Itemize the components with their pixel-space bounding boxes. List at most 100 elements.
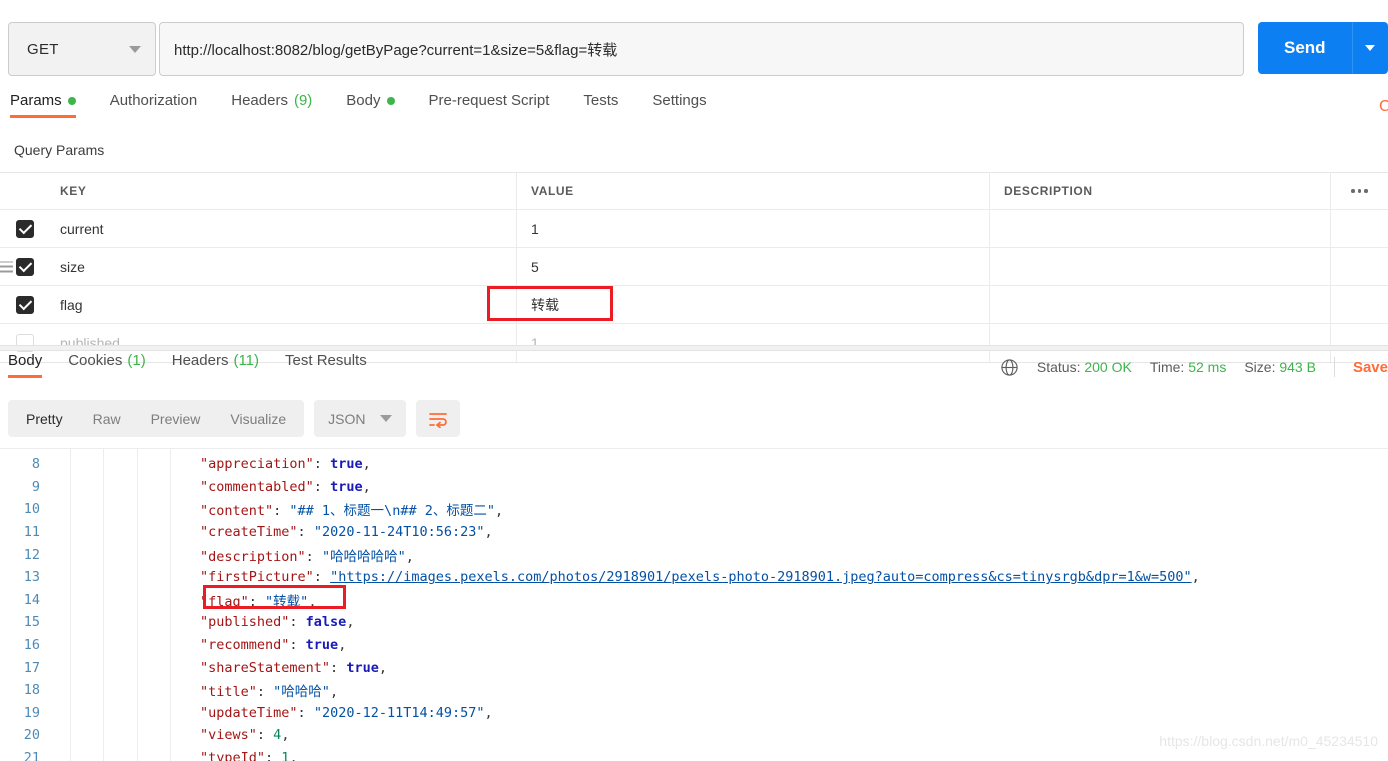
code-token: , (405, 548, 414, 565)
request-tab-params[interactable]: Params (10, 92, 76, 118)
table-row[interactable]: flag 转载 (0, 286, 1388, 324)
code-line-text: "views": 4, (48, 727, 289, 743)
code-line: 19 "updateTime": "2020-12-11T14:49:57", (0, 702, 1388, 725)
request-tab-settings[interactable]: Settings (652, 92, 706, 118)
drag-handle-icon[interactable] (0, 261, 13, 272)
param-value-cell[interactable]: 转载 (517, 286, 990, 323)
code-token: , (338, 637, 347, 654)
code-token: false (305, 614, 347, 631)
code-token: "updateTime" (200, 704, 298, 721)
format-tab-preview[interactable]: Preview (136, 403, 216, 434)
param-value-cell[interactable]: 1 (517, 210, 990, 247)
response-tab-body[interactable]: Body (8, 352, 43, 378)
code-token: , (362, 456, 371, 473)
param-enabled-checkbox[interactable] (16, 295, 34, 314)
code-token: : (256, 727, 274, 744)
code-line-text: "flag": "转载", (48, 590, 316, 610)
param-key-cell-text: current (60, 220, 104, 237)
code-token: : (289, 637, 306, 654)
param-description-cell[interactable] (990, 286, 1330, 323)
url-input[interactable]: http://localhost:8082/blog/getByPage?cur… (159, 22, 1244, 76)
code-line: 10 "content": "## 1、标题一\n## 2、标题二", (0, 498, 1388, 521)
param-key-cell[interactable]: flag (46, 286, 517, 323)
code-token: "appreciation" (200, 456, 314, 473)
code-token: true (346, 659, 379, 676)
code-line: 14 "flag": "转载", (0, 589, 1388, 612)
request-tab-headers[interactable]: Headers (9) (231, 92, 312, 118)
divider (1333, 357, 1335, 377)
line-number: 20 (23, 727, 40, 744)
code-line: 8 "appreciation": true, (0, 453, 1388, 476)
code-token: , (1191, 569, 1200, 586)
cookies-link-truncated[interactable]: C (1379, 98, 1388, 116)
line-number: 12 (23, 546, 40, 563)
response-tab-headers[interactable]: Headers (11) (172, 352, 259, 378)
row-actions-cell (1330, 286, 1388, 323)
code-token: : (256, 684, 274, 701)
request-tab-tests[interactable]: Tests (583, 92, 618, 118)
table-row[interactable]: current 1 (0, 210, 1388, 248)
row-checkbox-cell (0, 286, 46, 323)
param-description-cell[interactable] (990, 210, 1330, 247)
status-label: Status: (1036, 359, 1081, 375)
code-token: "哈哈哈哈哈" (321, 548, 406, 565)
request-tab-body[interactable]: Body (346, 92, 395, 118)
time-label: Time: (1149, 359, 1185, 375)
code-line-text: "title": "哈哈哈", (48, 680, 338, 700)
response-tab-label: Cookies (68, 352, 123, 369)
code-token: , (308, 593, 317, 610)
code-token: : (265, 750, 282, 761)
code-token: "views" (200, 727, 257, 744)
format-tab-pretty[interactable]: Pretty (11, 403, 78, 434)
code-token: : (273, 503, 290, 520)
send-button[interactable]: Send (1258, 22, 1352, 74)
line-number: 13 (23, 569, 40, 586)
table-row[interactable]: size 5 (0, 248, 1388, 286)
request-tab-label: Headers (231, 92, 288, 109)
word-wrap-button[interactable] (415, 400, 460, 437)
code-token: "typeId" (200, 750, 266, 761)
code-token: : (297, 524, 314, 541)
request-bar: GET http://localhost:8082/blog/getByPage… (0, 22, 1388, 80)
modified-dot-icon (67, 96, 76, 105)
send-options-button[interactable] (1351, 22, 1388, 74)
code-token: , (484, 524, 493, 541)
response-format-toolbar: Pretty Raw Preview Visualize JSON (8, 400, 460, 437)
param-value-cell[interactable]: 5 (517, 248, 990, 285)
request-tab-authorization[interactable]: Authorization (110, 92, 198, 118)
request-tab-label: Body (346, 92, 381, 109)
line-number: 17 (23, 659, 40, 676)
param-key-cell[interactable]: current (46, 210, 517, 247)
table-header-row: KEY VALUE DESCRIPTION (0, 173, 1388, 210)
request-tab-pre-request-script[interactable]: Pre-request Script (429, 92, 550, 118)
params-bulk-edit-button[interactable] (1330, 173, 1388, 209)
code-line-text: "published": false, (48, 614, 354, 630)
param-key-cell-text: flag (60, 296, 83, 313)
watermark: https://blog.csdn.net/m0_45234510 (1159, 733, 1378, 749)
format-tab-visualize[interactable]: Visualize (215, 403, 301, 434)
param-value-cell-text: 5 (531, 258, 539, 275)
param-description-cell[interactable] (990, 248, 1330, 285)
response-body-code[interactable]: 8 "appreciation": true, 9 "commentabled": t… (0, 448, 1388, 761)
body-format-tabs: Pretty Raw Preview Visualize (8, 400, 305, 437)
param-key-cell[interactable]: size (46, 248, 517, 285)
format-tab-raw[interactable]: Raw (78, 403, 136, 434)
size-label: Size: (1244, 359, 1276, 375)
status-label-group: Status: 200 OK (1037, 359, 1132, 375)
param-enabled-checkbox[interactable] (16, 257, 34, 276)
code-line: 11 "createTime": "2020-11-24T10:56:23", (0, 521, 1388, 544)
param-enabled-checkbox[interactable] (16, 219, 34, 238)
time-label-group: Time: 52 ms (1150, 359, 1227, 375)
param-key-cell-text: size (60, 258, 85, 275)
code-line: 17 "shareStatement": true, (0, 656, 1388, 679)
http-method-selector[interactable]: GET (8, 22, 156, 76)
code-token: , (281, 727, 290, 744)
language-selector[interactable]: JSON (314, 400, 406, 437)
response-pane-divider[interactable] (0, 345, 1388, 351)
save-response-button[interactable]: Save (1353, 359, 1388, 376)
response-tab-cookies[interactable]: Cookies (1) (68, 352, 146, 378)
response-tab-test-results[interactable]: Test Results (285, 352, 367, 378)
line-number: 9 (31, 478, 40, 495)
line-number: 8 (31, 456, 40, 473)
code-line: 12 "description": "哈哈哈哈哈", (0, 543, 1388, 566)
